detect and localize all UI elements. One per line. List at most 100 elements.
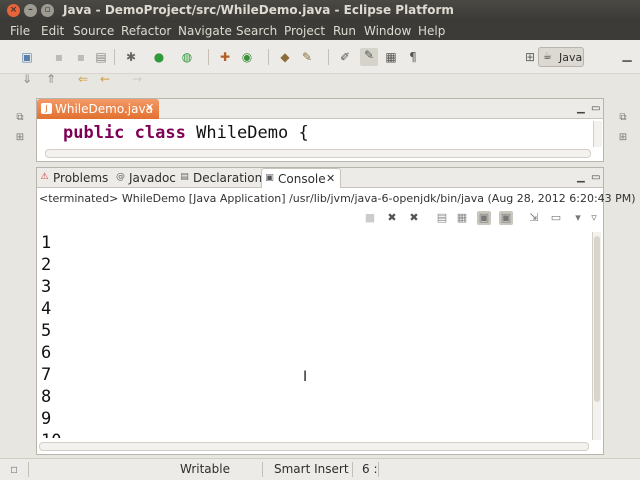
status-bar: ▫ Writable Smart Insert 6 : <box>0 458 640 480</box>
scroll-lock-icon[interactable]: ▦ <box>455 211 469 225</box>
tab-label: Console <box>278 172 326 186</box>
menu-help[interactable]: Help <box>418 24 445 38</box>
title-bar: × – ▫ Java - DemoProject/src/WhileDemo.j… <box>0 0 640 22</box>
java-perspective-icon: ☕ <box>543 51 552 62</box>
editor-tab-whiledemo[interactable]: J WhileDemo.java ✕ <box>37 99 159 119</box>
menu-window[interactable]: Window <box>364 24 411 38</box>
output-line: 1 <box>41 233 52 253</box>
open-console-icon[interactable]: ▾ <box>571 211 585 225</box>
tab-label: Problems <box>53 171 109 185</box>
editor-tab-row: J WhileDemo.java ✕ ▁ ▭ <box>37 99 603 119</box>
problems-icon: ⚠ <box>40 172 49 182</box>
save-icon[interactable]: ▪ <box>52 50 66 64</box>
previous-annotation-icon[interactable]: ⇑ <box>44 72 58 86</box>
remove-launch-icon[interactable]: ✖ <box>385 211 399 225</box>
console-vertical-scrollbar[interactable] <box>592 232 601 440</box>
tab-declaration[interactable]: ▤ Declaration <box>177 168 263 188</box>
print-icon[interactable]: ▤ <box>94 50 108 64</box>
console-horizontal-scrollbar[interactable] <box>39 442 589 451</box>
package-explorer-icon[interactable]: ⊞ <box>13 132 27 146</box>
next-annotation-icon[interactable]: ⇓ <box>20 72 34 86</box>
menu-source[interactable]: Source <box>73 24 114 38</box>
search-icon[interactable]: ✎ <box>300 50 314 64</box>
run-icon[interactable]: ● <box>152 50 166 64</box>
scrollbar-thumb[interactable] <box>594 236 600 402</box>
toolbar-chevron-icon[interactable]: ▁ <box>620 48 634 62</box>
editor-panel: J WhileDemo.java ✕ ▁ ▭ public class Whil… <box>36 98 604 162</box>
minimize-window-button[interactable]: – <box>24 4 37 17</box>
code-keyword: public <box>63 123 125 143</box>
perspective-java-button[interactable]: ☕ Java <box>538 47 584 67</box>
restore-right-icon[interactable]: ⧉ <box>616 112 630 126</box>
fast-view-icon[interactable]: ▫ <box>10 462 18 476</box>
editor-vertical-scrollbar[interactable] <box>593 121 602 147</box>
status-insert-mode: Smart Insert <box>274 462 349 476</box>
minimize-icon[interactable]: ▁ <box>577 172 585 183</box>
show-on-stderr-icon[interactable]: ▣ <box>499 211 513 225</box>
open-type-icon[interactable]: ◆ <box>278 50 292 64</box>
text-cursor-icon: Ⅰ <box>303 369 308 385</box>
maximize-icon[interactable]: ▭ <box>591 172 600 183</box>
open-perspective-icon[interactable]: ⊞ <box>523 50 537 64</box>
status-separator <box>262 462 263 477</box>
perspective-label: Java <box>559 51 583 64</box>
annotation-icon[interactable]: ✐ <box>338 50 352 64</box>
save-all-icon[interactable]: ▪ <box>74 50 88 64</box>
tab-console[interactable]: ▣ Console ✕ <box>261 168 341 188</box>
status-separator <box>28 462 29 477</box>
close-window-button[interactable]: × <box>7 4 20 17</box>
console-icon: ▣ <box>265 173 274 183</box>
status-writable: Writable <box>180 462 230 476</box>
status-separator <box>378 462 379 477</box>
block-selection-icon[interactable]: ▦ <box>384 50 398 64</box>
output-line: 2 <box>41 255 52 275</box>
output-line: 6 <box>41 343 52 363</box>
console-output[interactable]: 1 2 3 4 5 6 7 8 9 10 <box>41 232 589 438</box>
new-icon[interactable]: ▣ <box>20 50 34 64</box>
coverage-icon[interactable]: ◍ <box>180 50 194 64</box>
output-line: 8 <box>41 387 52 407</box>
minimize-icon[interactable]: ▁ <box>577 103 585 114</box>
tab-problems[interactable]: ⚠ Problems <box>37 168 111 188</box>
pin-console-icon[interactable]: ⇲ <box>527 211 541 225</box>
maximize-icon[interactable]: ▭ <box>591 103 600 114</box>
tab-label: Javadoc <box>129 171 176 185</box>
close-tab-icon[interactable]: ✕ <box>145 101 154 114</box>
code-line[interactable]: public class WhileDemo { <box>63 123 309 143</box>
tab-javadoc[interactable]: @ Javadoc <box>113 168 176 188</box>
clear-console-icon[interactable]: ▤ <box>435 211 449 225</box>
last-edit-location-icon[interactable]: ⇐ <box>76 72 90 86</box>
forward-icon[interactable]: → <box>130 72 144 86</box>
display-console-icon[interactable]: ▭ <box>549 211 563 225</box>
restore-icon[interactable]: ⧉ <box>13 112 27 126</box>
menu-search[interactable]: Search <box>236 24 277 38</box>
remove-all-terminated-icon[interactable]: ✖ <box>407 211 421 225</box>
toolbar-separator <box>114 49 115 65</box>
menu-edit[interactable]: Edit <box>41 24 64 38</box>
output-line: 5 <box>41 321 52 341</box>
show-whitespace-icon[interactable]: ¶ <box>406 50 420 64</box>
toolbar-separator <box>268 49 269 65</box>
mark-occurrences-icon[interactable]: ✎ <box>360 48 378 66</box>
menu-file[interactable]: File <box>10 24 30 38</box>
back-icon[interactable]: ← <box>98 72 112 86</box>
terminate-icon[interactable]: ■ <box>363 211 377 225</box>
javadoc-icon: @ <box>116 172 125 182</box>
java-file-icon: J <box>41 103 52 114</box>
tab-label: Declaration <box>193 171 263 185</box>
menu-navigate[interactable]: Navigate <box>178 24 232 38</box>
menu-bar: File Edit Source Refactor Navigate Searc… <box>0 22 640 40</box>
menu-project[interactable]: Project <box>284 24 325 38</box>
maximize-window-button[interactable]: ▫ <box>41 4 54 17</box>
show-on-stdout-icon[interactable]: ▣ <box>477 211 491 225</box>
menu-run[interactable]: Run <box>333 24 356 38</box>
new-java-project-icon[interactable]: ✚ <box>218 50 232 64</box>
new-class-icon[interactable]: ◉ <box>240 50 254 64</box>
editor-horizontal-scrollbar[interactable] <box>45 149 591 158</box>
close-tab-icon[interactable]: ✕ <box>326 172 335 185</box>
outline-icon[interactable]: ⊞ <box>616 132 630 146</box>
output-line: 9 <box>41 409 52 429</box>
view-menu-icon[interactable]: ▿ <box>587 211 601 225</box>
menu-refactor[interactable]: Refactor <box>121 24 171 38</box>
debug-icon[interactable]: ✱ <box>124 50 138 64</box>
